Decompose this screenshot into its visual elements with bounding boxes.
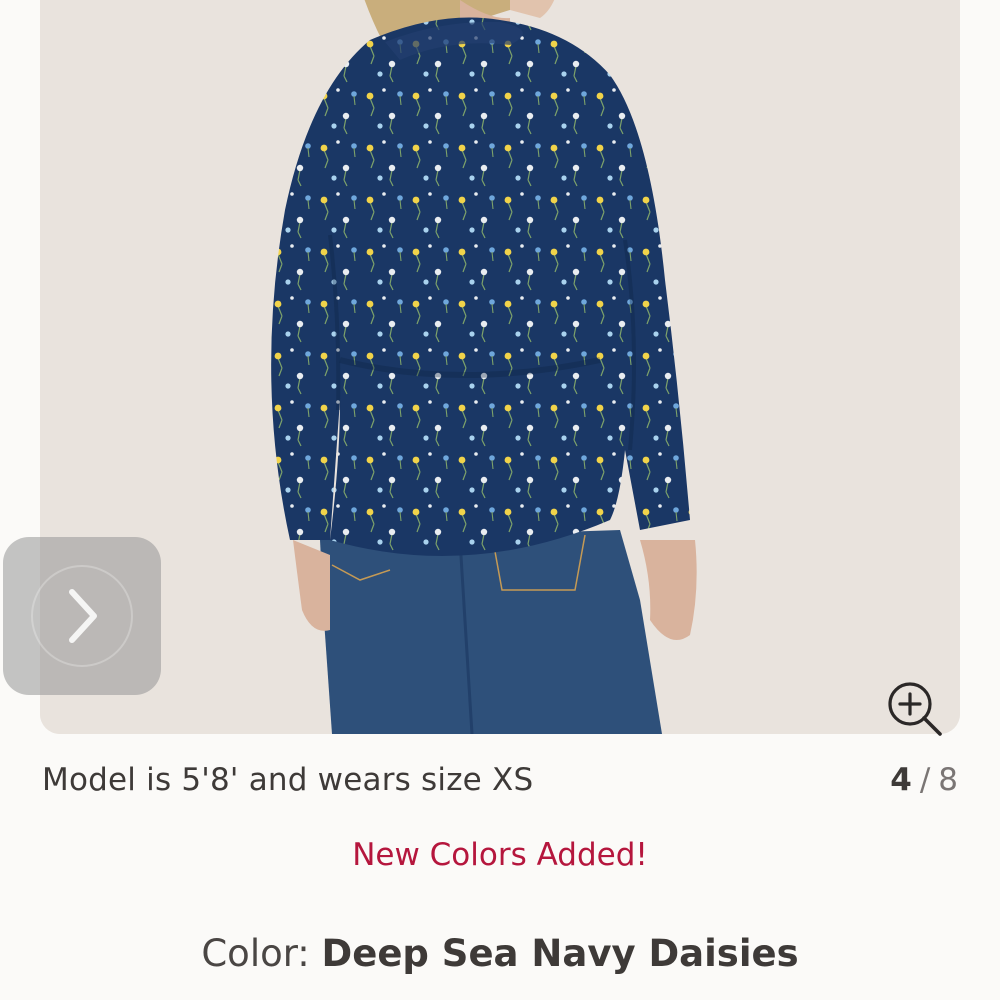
image-counter-separator: /	[919, 762, 931, 798]
selected-color: Color: Deep Sea Navy Daisies	[0, 932, 1000, 975]
next-image-ring	[31, 565, 133, 667]
model-size-caption: Model is 5'8' and wears size XS	[42, 762, 534, 798]
color-value: Deep Sea Navy Daisies	[321, 932, 799, 975]
color-label: Color:	[201, 932, 310, 975]
product-page: Model is 5'8' and wears size XS 4/8 New …	[0, 0, 1000, 1000]
chevron-right-icon	[69, 589, 97, 643]
image-counter-total: 8	[938, 762, 958, 798]
next-image-button[interactable]	[3, 537, 161, 695]
promo-banner: New Colors Added!	[352, 837, 648, 873]
zoom-in-icon	[888, 682, 942, 736]
image-counter-current: 4	[890, 762, 912, 798]
zoom-button[interactable]	[884, 678, 944, 738]
product-image[interactable]	[40, 0, 960, 734]
image-counter: 4/8	[890, 762, 958, 798]
